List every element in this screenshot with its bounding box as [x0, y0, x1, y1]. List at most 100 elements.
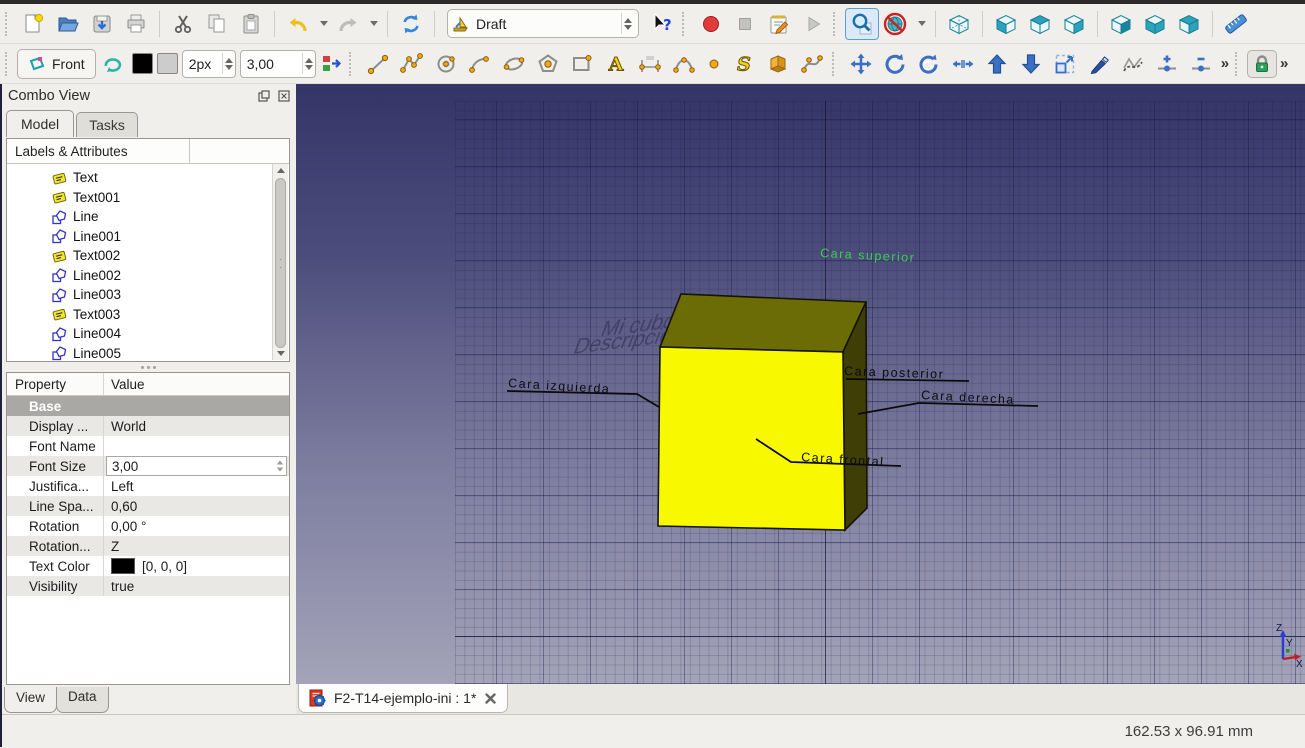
- property-row[interactable]: Display ...World: [7, 416, 289, 436]
- view-rear-button[interactable]: [1104, 8, 1138, 40]
- draft-downgrade-button[interactable]: [1014, 48, 1048, 80]
- draft-circle-button[interactable]: [429, 48, 463, 80]
- text-color-swatch[interactable]: [111, 558, 135, 574]
- copy-button[interactable]: [200, 8, 234, 40]
- value-column-header[interactable]: Value: [104, 373, 289, 395]
- draw-style-button[interactable]: [879, 8, 913, 40]
- whats-this-button[interactable]: ?: [645, 8, 679, 40]
- tree-item[interactable]: Line004: [7, 324, 289, 344]
- draft-point-button[interactable]: [701, 48, 727, 80]
- draft-polygon-button[interactable]: [531, 48, 565, 80]
- draft-ellipse-button[interactable]: [497, 48, 531, 80]
- refresh-button[interactable]: [394, 8, 428, 40]
- snap-lock-button[interactable]: [1247, 50, 1277, 78]
- property-row[interactable]: Text Color [0, 0, 0]: [7, 556, 289, 576]
- draft-line-button[interactable]: [361, 48, 395, 80]
- cube-top-face[interactable]: [660, 294, 866, 352]
- draft-offset-button[interactable]: [912, 48, 946, 80]
- view-bottom-button[interactable]: [1138, 8, 1172, 40]
- toolbar-handle[interactable]: [1235, 52, 1244, 76]
- spin-buttons[interactable]: [222, 53, 235, 74]
- measure-distance-button[interactable]: [1219, 8, 1253, 40]
- draft-facebinder-button[interactable]: [761, 48, 795, 80]
- draft-upgrade-button[interactable]: [980, 48, 1014, 80]
- close-tab-icon[interactable]: [484, 692, 497, 705]
- draft-scale-button[interactable]: [1048, 48, 1082, 80]
- tree-item[interactable]: Line005: [7, 344, 289, 363]
- workbench-spin[interactable]: [621, 13, 634, 34]
- tree-item[interactable]: Line002: [7, 266, 289, 286]
- tree-item[interactable]: Text003: [7, 305, 289, 325]
- cube[interactable]: [658, 294, 867, 530]
- undo-dropdown[interactable]: [315, 8, 331, 40]
- draft-delete-point-button[interactable]: [1184, 48, 1218, 80]
- fit-all-button[interactable]: [845, 8, 879, 40]
- panel-splitter[interactable]: [6, 364, 290, 370]
- view-axonometric-button[interactable]: [942, 8, 976, 40]
- face-color-swatch[interactable]: [157, 53, 178, 74]
- tree-scrollbar[interactable]: [272, 164, 288, 360]
- tree-item[interactable]: Line003: [7, 285, 289, 305]
- scroll-down-arrow[interactable]: [273, 347, 288, 360]
- draft-edit-button[interactable]: [1082, 48, 1116, 80]
- property-column-header[interactable]: Property: [7, 373, 104, 395]
- property-row[interactable]: Justifica...Left: [7, 476, 289, 496]
- 3d-viewport[interactable]: Mi cubo Descripción Cara superior: [296, 84, 1305, 684]
- draft-arc-button[interactable]: [463, 48, 497, 80]
- redo-dropdown[interactable]: [365, 8, 381, 40]
- line-color-swatch[interactable]: [132, 53, 153, 74]
- spin-buttons[interactable]: [274, 456, 286, 477]
- draft-add-point-button[interactable]: [1150, 48, 1184, 80]
- toolbar-handle[interactable]: [833, 12, 842, 36]
- draft-rectangle-button[interactable]: [565, 48, 599, 80]
- tree-item[interactable]: Line: [7, 207, 289, 227]
- paste-button[interactable]: [234, 8, 268, 40]
- property-row[interactable]: Rotation0,00 °: [7, 516, 289, 536]
- panel-float-button[interactable]: [257, 90, 270, 103]
- workbench-selector[interactable]: Draft: [447, 9, 639, 38]
- toolbar-handle[interactable]: [5, 52, 14, 76]
- tree-item[interactable]: Line001: [7, 227, 289, 247]
- tree-item[interactable]: Text001: [7, 188, 289, 208]
- redo-button[interactable]: [331, 8, 365, 40]
- line-width-spinbox[interactable]: 2px: [182, 50, 236, 78]
- undo-button[interactable]: [281, 8, 315, 40]
- draft-dimension-button[interactable]: [633, 48, 667, 80]
- draft-bezier-button[interactable]: [795, 48, 829, 80]
- draft-wire-to-bspline-button[interactable]: [1116, 48, 1150, 80]
- tab-model[interactable]: Model: [6, 110, 74, 137]
- tree-item[interactable]: Text002: [7, 246, 289, 266]
- property-row[interactable]: Line Spa...0,60: [7, 496, 289, 516]
- draw-style-dropdown[interactable]: [913, 8, 929, 40]
- property-row[interactable]: Font Size 3,00: [7, 456, 289, 476]
- toolbar-handle[interactable]: [5, 12, 14, 36]
- draft-text-button[interactable]: A: [599, 48, 633, 80]
- apply-style-button[interactable]: [318, 48, 346, 80]
- tree-scrollbar-thumb[interactable]: [275, 178, 286, 348]
- property-group-base[interactable]: Base: [7, 396, 289, 416]
- tab-view[interactable]: View: [4, 687, 57, 713]
- macro-stop-button[interactable]: [728, 8, 762, 40]
- panel-close-button[interactable]: [277, 90, 290, 103]
- scroll-up-arrow[interactable]: [273, 164, 288, 177]
- document-tab[interactable]: F2-T14-ejemplo-ini : 1*: [298, 684, 508, 713]
- view-front-button[interactable]: [989, 8, 1023, 40]
- draft-wire-button[interactable]: [395, 48, 429, 80]
- draft-bspline-button[interactable]: [667, 48, 701, 80]
- view-top-button[interactable]: [1023, 8, 1057, 40]
- tree-item[interactable]: Text: [7, 168, 289, 188]
- toolbar-overflow-button[interactable]: »: [1218, 55, 1232, 72]
- view-left-button[interactable]: [1172, 8, 1206, 40]
- font-size-editor[interactable]: 3,00: [106, 456, 287, 476]
- tab-data[interactable]: Data: [56, 687, 109, 713]
- property-row[interactable]: Visibilitytrue: [7, 576, 289, 596]
- cube-front-face[interactable]: [658, 347, 845, 530]
- macro-play-button[interactable]: [796, 8, 830, 40]
- property-row[interactable]: Font Name: [7, 436, 289, 456]
- cut-button[interactable]: [166, 8, 200, 40]
- open-document-button[interactable]: [51, 8, 85, 40]
- save-document-button[interactable]: [85, 8, 119, 40]
- print-button[interactable]: [119, 8, 153, 40]
- macro-record-button[interactable]: [694, 8, 728, 40]
- tab-tasks[interactable]: Tasks: [76, 112, 138, 137]
